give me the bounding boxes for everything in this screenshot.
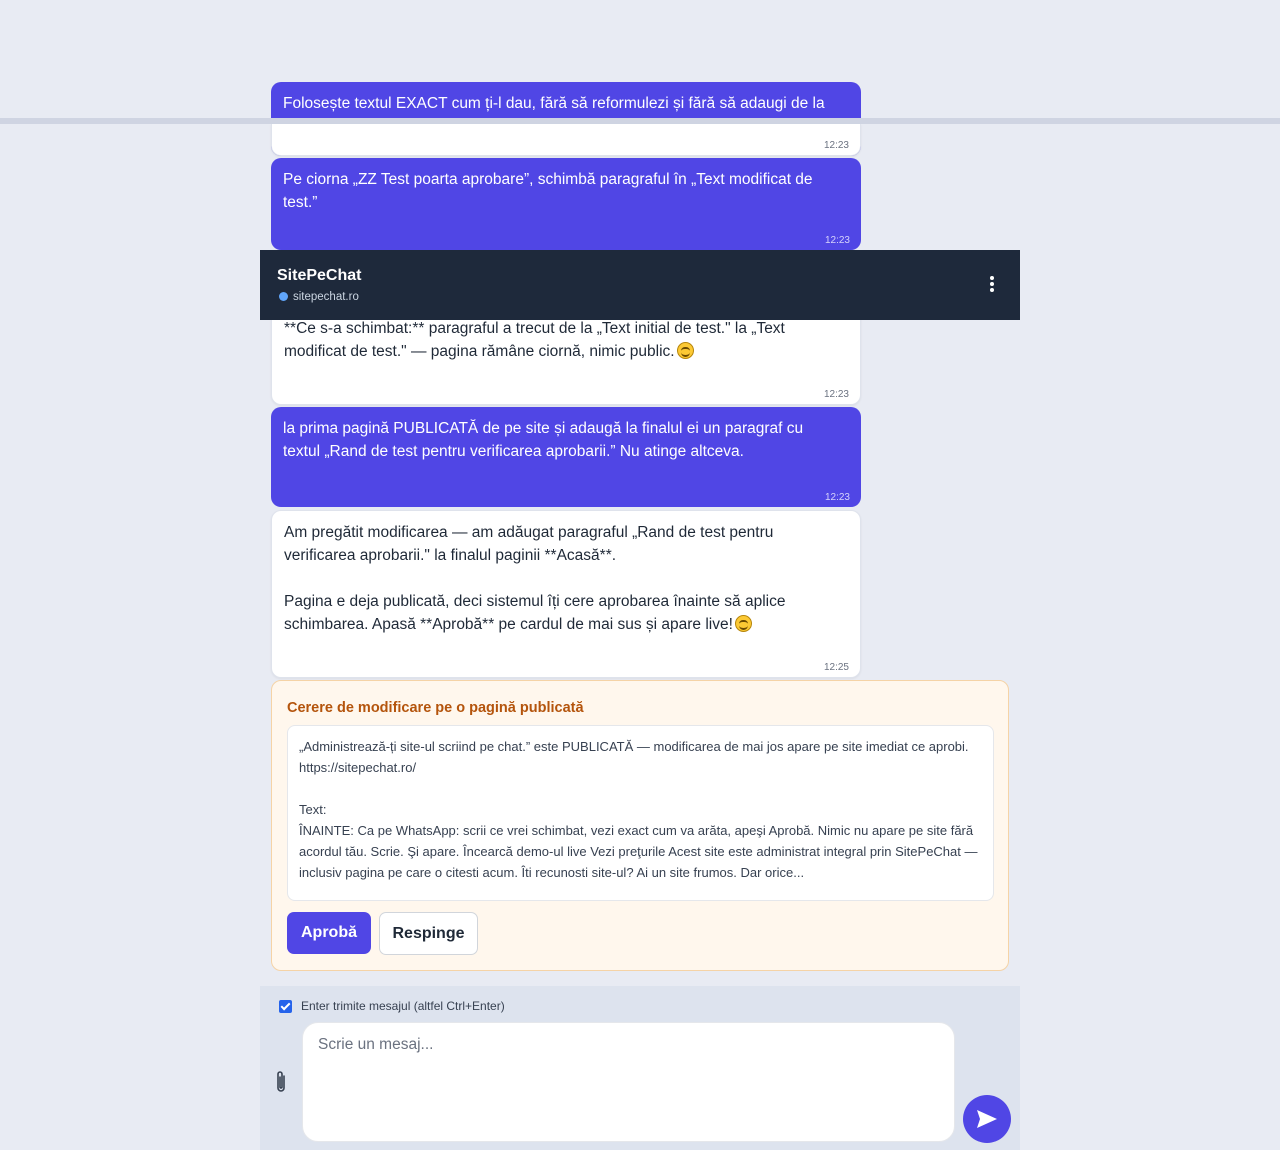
approval-title: Cerere de modificare pe o pagină publica… — [287, 700, 584, 716]
smiling-face-icon — [676, 342, 694, 359]
message-time: 12:23 — [823, 389, 849, 400]
user-message: Pe ciorna „ZZ Test poarta aprobare”, sch… — [271, 158, 861, 250]
kebab-menu-icon[interactable] — [980, 274, 1004, 298]
message-time: 12:25 — [823, 662, 849, 673]
send-icon — [977, 1110, 997, 1128]
enter-sends-label: Enter trimite mesajul (altfel Ctrl+Enter… — [301, 999, 505, 1013]
composer: Enter trimite mesajul (altfel Ctrl+Enter… — [260, 986, 1020, 1150]
message-text: Folosește textul EXACT cum ți-l dau, făr… — [283, 95, 825, 112]
message-text: Am pregătit modificarea — am adăugat par… — [284, 524, 786, 633]
reject-button[interactable]: Respinge — [379, 912, 478, 955]
approval-card: Cerere de modificare pe o pagină publica… — [271, 680, 1009, 971]
send-button[interactable] — [963, 1095, 1011, 1143]
message-time: 12:23 — [823, 140, 849, 151]
message-input[interactable] — [302, 1022, 955, 1142]
message-text: Pe ciorna „ZZ Test poarta aprobare”, sch… — [283, 171, 813, 211]
chat-header: SitePeChat sitepechat.ro — [260, 250, 1020, 320]
paperclip-icon[interactable] — [275, 1069, 287, 1095]
message-time: 12:23 — [824, 235, 850, 246]
approval-details[interactable]: „Administrează-ți site-ul scriind pe cha… — [287, 725, 994, 901]
enter-sends-checkbox[interactable] — [279, 1000, 292, 1013]
message-text: la prima pagină PUBLICATĂ de pe site și … — [283, 420, 804, 460]
smiling-face-icon — [734, 615, 752, 632]
site-domain: sitepechat.ro — [293, 291, 359, 303]
user-message: la prima pagină PUBLICATĂ de pe site și … — [271, 407, 861, 507]
approve-button[interactable]: Aprobă — [287, 912, 371, 954]
app-name: SitePeChat — [277, 267, 362, 284]
message-time: 12:23 — [824, 492, 850, 503]
bot-message: Am pregătit modificarea — am adăugat par… — [271, 510, 861, 678]
globe-icon — [279, 292, 288, 301]
message-fragment: 12:23 — [271, 124, 861, 156]
message-text: **Ce s-a schimbat:** paragraful a trecut… — [284, 320, 785, 360]
